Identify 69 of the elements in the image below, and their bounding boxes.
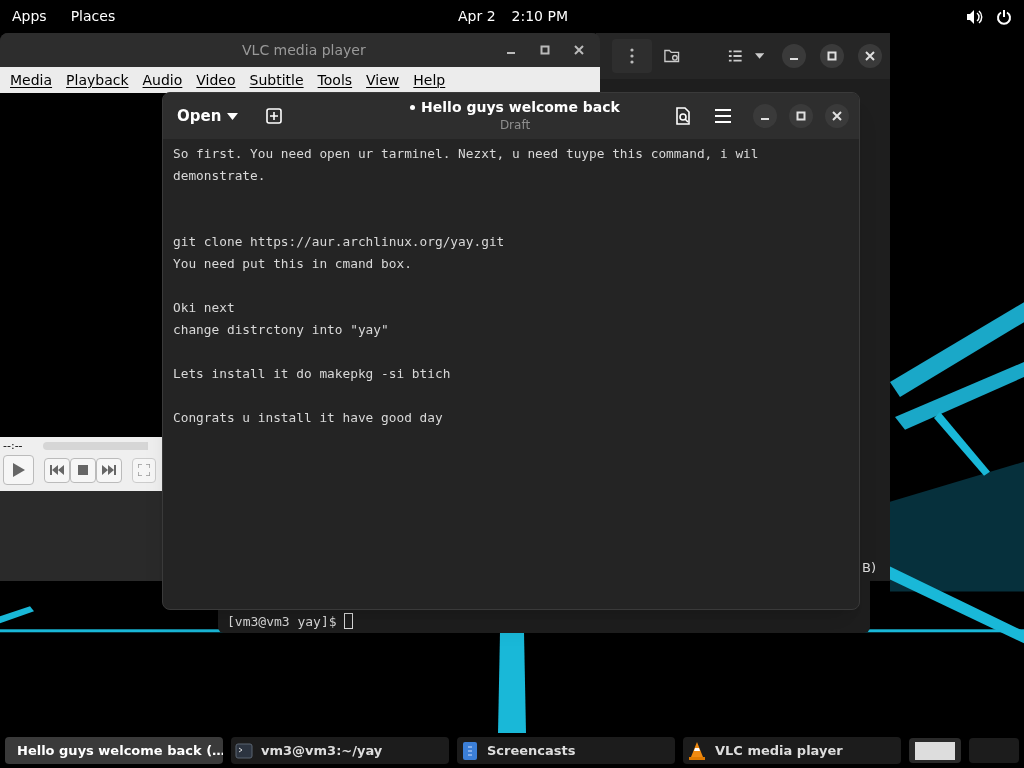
top-bar-menu[interactable]: Apps [12, 6, 47, 27]
document-subtitle: Draft [499, 118, 531, 132]
close-button[interactable] [858, 44, 882, 68]
maximize-button[interactable] [820, 44, 844, 68]
text-line: Oki next [173, 299, 236, 317]
document-title: Hello guys welcome back [421, 98, 620, 117]
terminal-prompt: [vm3@vm3 yay]$ [227, 612, 338, 631]
menu-item[interactable]: Subtitle [249, 69, 304, 91]
volume-icon[interactable] [966, 8, 984, 25]
menu-item[interactable]: View [366, 69, 400, 91]
workspace-thumbnail[interactable] [969, 738, 1019, 763]
time-label: --:-- [3, 437, 23, 454]
text-line: Lets install it do makepkg -si btich [173, 365, 452, 383]
terminal-icon [235, 741, 253, 760]
menu-item[interactable]: Video [196, 69, 236, 91]
text-line: You need put this in cmand box. [173, 255, 413, 273]
kebab-menu-icon [630, 48, 634, 64]
text-line: So first. You need open ur tarminel. Nezxt, u need tuype this command, i wil demonstrate. [173, 145, 760, 185]
text-line: git clone https://aur.archlinux.org/yay.git [173, 233, 506, 251]
maximize-button[interactable] [789, 104, 813, 128]
fullscreen-icon [138, 464, 150, 476]
clock-text[interactable]: 2:10 PM [511, 6, 568, 27]
minimize-button[interactable] [753, 104, 777, 128]
skip-forward-icon [102, 465, 116, 475]
taskbar-item[interactable]: vm3@vm3:~/yay [231, 737, 449, 764]
document-search-icon[interactable] [675, 107, 691, 125]
menu-item[interactable]: Tools [317, 69, 353, 91]
menu-item[interactable]: Audio [142, 69, 183, 91]
terminal-cursor [344, 613, 354, 629]
minimize-icon [790, 58, 798, 60]
top-bar-menu[interactable]: Places [70, 6, 116, 27]
list-view-icon[interactable] [728, 49, 743, 63]
plus-square-icon [266, 108, 283, 124]
previous-button[interactable] [44, 457, 70, 483]
text-line: change distrctony into "yay" [173, 321, 390, 339]
folder-search-icon[interactable] [664, 48, 681, 64]
play-button[interactable] [3, 455, 34, 485]
close-button[interactable] [825, 104, 849, 128]
menu-icon[interactable] [715, 109, 731, 123]
maximize-icon [540, 45, 550, 55]
workspace-thumbnail[interactable] [909, 738, 961, 763]
dropdown-caret-icon[interactable] [754, 53, 764, 59]
text-line: Congrats u install it have good day [173, 409, 444, 427]
minimize-icon [761, 118, 769, 120]
taskbar-item[interactable]: VLC media player [683, 737, 901, 764]
traffic-cone-icon [687, 740, 707, 761]
status-text: B) [862, 558, 876, 577]
next-button[interactable] [96, 457, 122, 483]
minimize-button[interactable] [782, 44, 806, 68]
minimize-icon [507, 52, 515, 54]
menu-item[interactable]: Playback [66, 69, 129, 91]
maximize-icon [827, 51, 837, 61]
open-button[interactable]: Open [169, 100, 247, 132]
stop-icon [78, 465, 88, 475]
close-icon [865, 51, 875, 61]
menu-item[interactable]: Help [413, 69, 446, 91]
skip-back-icon [50, 465, 64, 475]
maximize-icon [796, 111, 806, 121]
document-icon [461, 740, 479, 761]
play-icon [11, 462, 26, 478]
date-text[interactable]: Apr 2 [458, 6, 496, 27]
stop-button[interactable] [70, 457, 96, 483]
taskbar-item[interactable]: Screencasts [457, 737, 675, 764]
menu-item[interactable]: Media [10, 69, 53, 91]
caret-icon [227, 112, 239, 120]
power-icon[interactable] [996, 8, 1012, 25]
window-title: VLC media player [242, 40, 366, 60]
close-icon [832, 111, 842, 121]
close-icon [574, 45, 584, 55]
